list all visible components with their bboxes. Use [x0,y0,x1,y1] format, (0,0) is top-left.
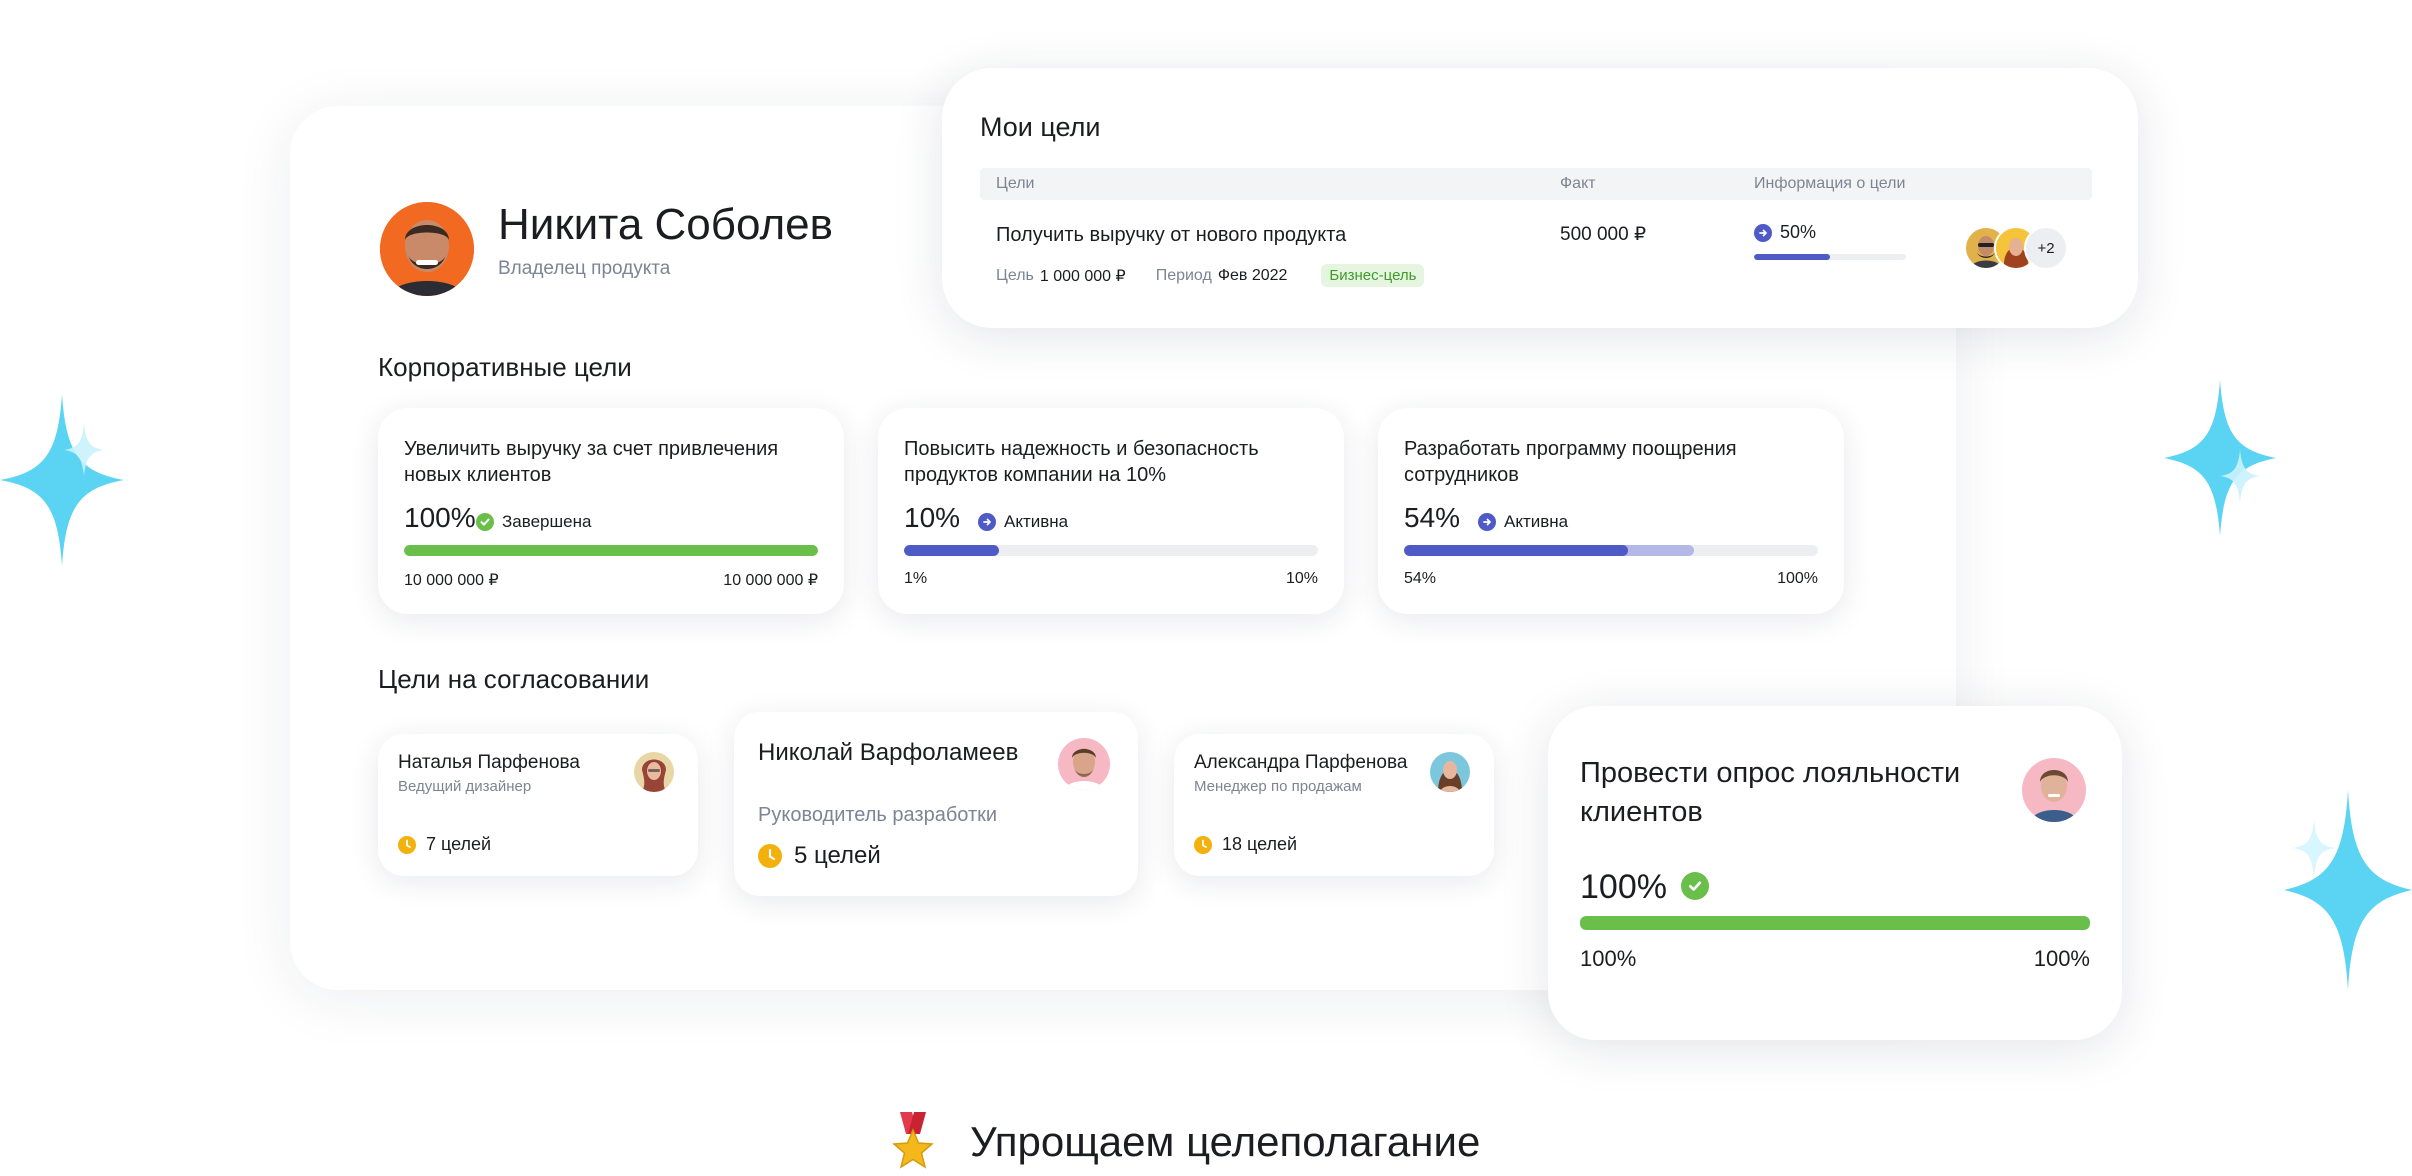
loyalty-goal-min: 100% [1580,946,1637,971]
arrow-right-icon [978,513,996,531]
corporate-goal-card[interactable]: Увеличить выручку за счет привлечения но… [378,408,844,614]
profile-name: Никита Соболев [498,200,834,249]
goal-status: Завершена [476,512,591,532]
approval-person-role: Руководитель разработки [758,804,998,826]
approval-person-name: Александра Парфенова [1194,752,1408,773]
goal-progress-bar [1404,545,1818,556]
sparkle-icon [2284,790,2412,990]
column-header-goals: Цели [996,175,1035,192]
clock-icon [1194,835,1212,854]
approval-goal-count-label: 5 целей [794,842,881,869]
goal-progress-fill [404,545,818,556]
goal-target-label: Цель [996,266,1034,284]
approval-person-name: Николай Варфоламеев [758,739,1019,766]
goal-progress-fill [1404,545,1628,556]
goal-progress-bar [1754,254,1906,260]
profile-role: Владелец продукта [498,258,671,279]
avatar [634,752,674,792]
goal-name: Получить выручку от нового продукта [996,224,1347,246]
goal-status: Активна [978,512,1068,532]
medal-icon [890,1112,936,1172]
goal-meta: Цель 1 000 000 ₽ Период Фев 2022 Бизнес-… [996,264,1425,287]
loyalty-goal-card[interactable]: Провести опрос лояльности клиентов 100% … [1548,706,2122,1040]
profile-avatar[interactable] [380,202,474,296]
arrow-right-icon [1754,223,1772,242]
goal-progress-info: 50% [1754,222,1816,243]
my-goals-card: Мои цели Цели Факт Информация о цели Пол… [942,68,2138,328]
loyalty-goal-max: 100% [2033,946,2090,971]
goal-progress-max: 10 000 000 ₽ [723,572,818,589]
avatar [1430,752,1470,792]
avatar [1058,738,1110,790]
sparkle-icon [0,394,124,566]
goal-status-label: Активна [1504,512,1569,531]
loyalty-goal-progress-fill [1580,916,2090,930]
approval-goals-title: Цели на согласовании [378,664,650,694]
approval-goal-count: 5 целей [758,842,881,870]
extra-members-count[interactable]: +2 [2024,226,2068,270]
corporate-goals-title: Корпоративные цели [378,352,632,382]
footer-tagline: Упрощаем целеполагание [890,1112,1480,1172]
goal-title: Разработать программу поощрения сотрудни… [1404,438,1737,486]
approval-goal-count: 7 целей [398,834,491,855]
goal-status-label: Активна [1004,512,1069,531]
corporate-goal-card[interactable]: Повысить надежность и безопасность проду… [878,408,1344,614]
loyalty-goal-percent: 100% [1580,868,1667,906]
goal-progress-max: 10% [1285,570,1318,587]
table-row[interactable]: Получить выручку от нового продукта Цель… [980,204,2092,308]
goal-title: Увеличить выручку за счет привлечения но… [404,438,779,486]
check-icon [476,513,494,531]
sparkle-icon [2164,380,2276,536]
goal-progress-min: 1% [904,570,928,587]
goal-progress-min: 54% [1404,570,1437,587]
approval-card[interactable]: Александра Парфенова Менеджер по продажа… [1174,734,1494,876]
approval-person-role: Ведущий дизайнер [398,778,532,795]
clock-icon [398,835,416,854]
goal-percent: 100% [404,502,476,533]
goal-percent: 10% [904,502,961,533]
approval-goal-count: 18 целей [1194,834,1297,855]
check-icon [1681,872,1709,900]
goal-progress-fill [1754,254,1830,260]
my-goals-table-header [980,168,2092,200]
goal-progress-fill [904,545,1000,556]
loyalty-goal-progress-bar [1580,916,2090,930]
arrow-right-icon [1478,513,1496,531]
loyalty-goal-title: Провести опрос лояльности клиентов [1580,757,1961,828]
goal-type-badge: Бизнес-цель [1321,264,1425,287]
goal-status: Активна [1478,512,1568,532]
approval-card[interactable]: Наталья Парфенова Ведущий дизайнер 7 цел… [378,734,698,876]
footer-tagline-text: Упрощаем целеполагание [970,1118,1481,1165]
goal-progress-bar [904,545,1318,556]
goal-progress-bar [404,545,818,556]
approval-goal-count-label: 7 целей [426,834,492,854]
approval-person-role: Менеджер по продажам [1194,778,1362,795]
column-header-fact: Факт [1560,175,1596,192]
goal-fact-value: 500 000 ₽ [1560,224,1647,245]
approval-person-name: Наталья Парфенова [398,752,580,773]
goal-percent: 54% [1404,502,1461,533]
avatar [2022,758,2086,822]
column-header-info: Информация о цели [1754,175,1906,192]
goal-progress-min: 10 000 000 ₽ [404,572,499,589]
goal-title: Повысить надежность и безопасность проду… [904,438,1259,486]
approval-card[interactable]: Николай Варфоламеев Руководитель разрабо… [734,712,1138,896]
goal-period-value: Фев 2022 [1217,266,1288,284]
goal-progress-max: 100% [1777,570,1818,587]
goal-target-value: 1 000 000 ₽ [1039,267,1126,285]
corporate-goal-card[interactable]: Разработать программу поощрения сотрудни… [1378,408,1844,614]
goal-period-label: Период [1155,266,1212,284]
my-goals-title: Мои цели [980,112,1101,142]
goal-progress-label: 50% [1780,222,1817,242]
clock-icon [758,844,782,868]
approval-goal-count-label: 18 целей [1222,834,1298,854]
goal-status-label: Завершена [502,512,592,531]
